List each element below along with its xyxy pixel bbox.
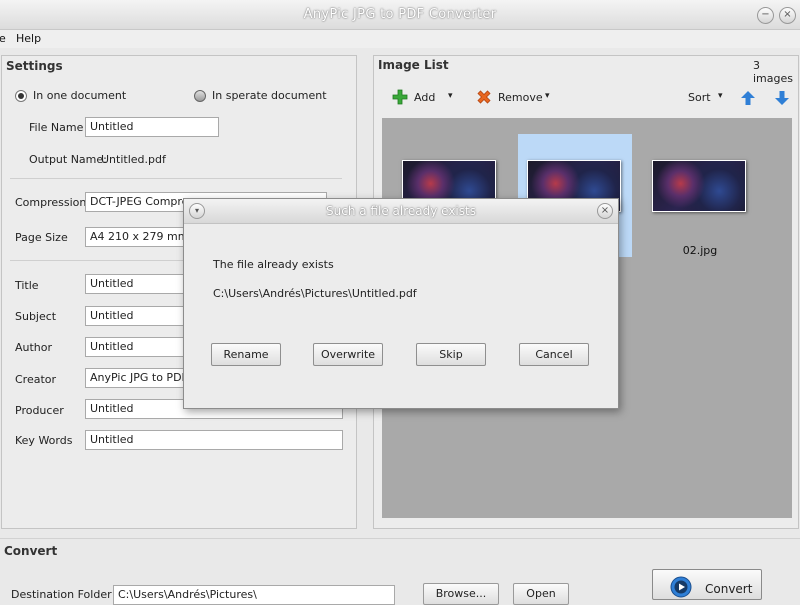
destination-folder-input[interactable]: C:\Users\Andrés\Pictures\ bbox=[113, 585, 395, 605]
convert-title: Convert bbox=[4, 544, 58, 558]
thumbnail-3[interactable] bbox=[652, 160, 746, 212]
add-button[interactable]: Add bbox=[414, 91, 435, 104]
settings-divider bbox=[10, 178, 342, 179]
dialog-menu-icon[interactable]: ▾ bbox=[189, 203, 205, 219]
sort-dropdown-icon[interactable]: ▾ bbox=[718, 91, 723, 101]
menu-file[interactable]: e bbox=[0, 32, 6, 45]
radio-one-document[interactable] bbox=[15, 90, 27, 102]
convert-label: Convert bbox=[705, 582, 753, 596]
remove-button[interactable]: Remove bbox=[498, 91, 543, 104]
add-icon[interactable] bbox=[392, 89, 408, 105]
dialog-title: Such a file already exists bbox=[326, 204, 476, 218]
meta-creator-label: Creator bbox=[15, 373, 57, 386]
move-down-icon[interactable] bbox=[774, 90, 790, 106]
dialog-file-path: C:\Users\Andrés\Pictures\Untitled.pdf bbox=[213, 287, 417, 300]
radio-separate-document[interactable] bbox=[194, 90, 206, 102]
add-dropdown-icon[interactable]: ▾ bbox=[448, 91, 453, 101]
image-list-toolbar: Add ▾ Remove ▾ Sort ▾ bbox=[376, 84, 796, 112]
minimize-icon[interactable]: − bbox=[757, 7, 774, 24]
convert-play-icon bbox=[670, 576, 692, 598]
thumbnail-3-label: 02.jpg bbox=[682, 244, 718, 257]
rename-button[interactable]: Rename bbox=[211, 343, 281, 366]
radio-separate-document-label: In sperate document bbox=[212, 89, 327, 102]
remove-dropdown-icon[interactable]: ▾ bbox=[545, 91, 550, 101]
menu-help[interactable]: Help bbox=[16, 32, 41, 45]
app-title: AnyPic JPG to PDF Converter bbox=[303, 7, 497, 22]
remove-icon[interactable] bbox=[476, 89, 492, 105]
file-name-label: File Name bbox=[29, 121, 84, 134]
compression-label: Compression bbox=[15, 196, 87, 209]
output-name-label: Output Name: bbox=[29, 153, 107, 166]
meta-subject-label: Subject bbox=[15, 310, 57, 323]
image-list-title: Image List bbox=[378, 58, 449, 72]
open-button[interactable]: Open bbox=[513, 583, 569, 605]
sort-button[interactable]: Sort bbox=[688, 91, 711, 104]
skip-button[interactable]: Skip bbox=[416, 343, 486, 366]
radio-one-document-label: In one document bbox=[33, 89, 127, 102]
image-count: 3 images bbox=[753, 59, 793, 85]
meta-title-label: Title bbox=[15, 279, 39, 292]
file-exists-dialog: Such a file already exists ▾ × The file … bbox=[183, 198, 619, 409]
dialog-message: The file already exists bbox=[213, 258, 334, 271]
overwrite-button[interactable]: Overwrite bbox=[313, 343, 383, 366]
cancel-button[interactable]: Cancel bbox=[519, 343, 589, 366]
meta-keywords-label: Key Words bbox=[15, 434, 73, 447]
meta-author-label: Author bbox=[15, 341, 53, 354]
convert-button[interactable]: Convert bbox=[652, 569, 762, 600]
convert-divider bbox=[0, 538, 800, 539]
menu-bar: e Help bbox=[0, 30, 800, 48]
destination-folder-label: Destination Folder bbox=[11, 588, 112, 601]
dialog-close-icon[interactable]: × bbox=[597, 203, 613, 219]
move-up-icon[interactable] bbox=[740, 90, 756, 106]
meta-producer-label: Producer bbox=[15, 404, 64, 417]
browse-button[interactable]: Browse... bbox=[423, 583, 499, 605]
close-icon[interactable]: × bbox=[779, 7, 796, 24]
dialog-titlebar: Such a file already exists ▾ × bbox=[184, 199, 618, 224]
output-name-value: Untitled.pdf bbox=[101, 153, 166, 166]
settings-title: Settings bbox=[6, 59, 63, 73]
file-name-input[interactable]: Untitled bbox=[85, 117, 219, 137]
page-size-label: Page Size bbox=[15, 231, 68, 244]
window-titlebar: AnyPic JPG to PDF Converter − × bbox=[0, 0, 800, 30]
meta-keywords-input[interactable]: Untitled bbox=[85, 430, 343, 450]
